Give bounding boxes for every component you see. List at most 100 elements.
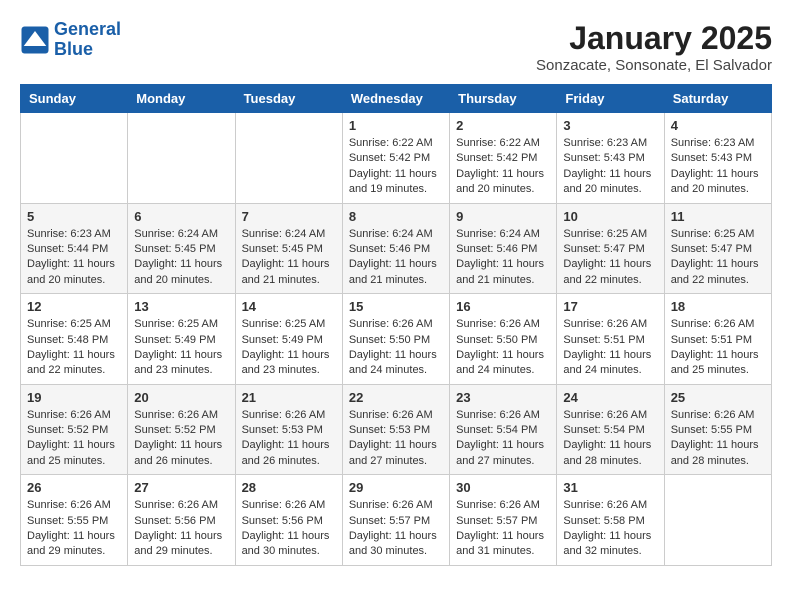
calendar-cell	[664, 475, 771, 566]
calendar-cell: 27Sunrise: 6:26 AMSunset: 5:56 PMDayligh…	[128, 475, 235, 566]
page-header: General Blue January 2025 Sonzacate, Son…	[20, 20, 772, 74]
logo: General Blue	[20, 20, 121, 60]
calendar-cell: 1Sunrise: 6:22 AMSunset: 5:42 PMDaylight…	[342, 113, 449, 204]
calendar-cell: 21 Sunrise: 6:26 AMSunset: 5:53 PMDayligh…	[235, 384, 342, 475]
day-info: Sunrise: 6:24 AMSunset: 5:46 PMDaylight:…	[456, 227, 550, 289]
calendar-cell: 23Sunrise: 6:26 AMSunset: 5:54 PMDayligh…	[450, 384, 557, 475]
calendar-cell: 20 Sunrise: 6:26 AMSunset: 5:52 PMDayligh…	[128, 384, 235, 475]
calendar-cell: 31 Sunrise: 6:26 AMSunset: 5:58 PMDayligh…	[557, 475, 664, 566]
day-info: Sunrise: 6:26 AMSunset: 5:52 PMDaylight:…	[134, 408, 228, 470]
day-number: 9	[456, 209, 550, 224]
calendar-week-3: 12 Sunrise: 6:25 AMSunset: 5:48 PMDayligh…	[21, 294, 772, 385]
calendar-cell: 24 Sunrise: 6:26 AMSunset: 5:54 PMDayligh…	[557, 384, 664, 475]
day-number: 12	[27, 299, 121, 314]
day-info: Sunrise: 6:25 AMSunset: 5:48 PMDaylight:…	[27, 317, 121, 379]
day-info: Sunrise: 6:26 AMSunset: 5:50 PMDaylight:…	[349, 317, 443, 379]
day-info: Sunrise: 6:24 AMSunset: 5:45 PMDaylight:…	[134, 227, 228, 289]
calendar-title: January 2025	[536, 20, 772, 57]
day-info: Sunrise: 6:26 AMSunset: 5:57 PMDaylight:…	[349, 498, 443, 560]
calendar-cell	[128, 113, 235, 204]
day-number: 21	[242, 390, 336, 405]
column-header-thursday: Thursday	[450, 85, 557, 113]
day-number: 4	[671, 118, 765, 133]
logo-text: General Blue	[54, 20, 121, 60]
day-info: Sunrise: 6:26 AMSunset: 5:52 PMDaylight:…	[27, 408, 121, 470]
day-info: Sunrise: 6:25 AMSunset: 5:47 PMDaylight:…	[671, 227, 765, 289]
day-number: 20	[134, 390, 228, 405]
calendar-cell: 26 Sunrise: 6:26 AMSunset: 5:55 PMDayligh…	[21, 475, 128, 566]
day-info: Sunrise: 6:26 AMSunset: 5:56 PMDaylight:…	[242, 498, 336, 560]
title-block: January 2025 Sonzacate, Sonsonate, El Sa…	[536, 20, 772, 74]
calendar-cell: 12 Sunrise: 6:25 AMSunset: 5:48 PMDayligh…	[21, 294, 128, 385]
day-number: 27	[134, 480, 228, 495]
day-number: 24	[563, 390, 657, 405]
calendar-cell: 5 Sunrise: 6:23 AMSunset: 5:44 PMDaylight…	[21, 203, 128, 294]
logo-icon	[20, 25, 50, 55]
day-info: Sunrise: 6:23 AMSunset: 5:43 PMDaylight:…	[563, 136, 657, 198]
column-header-saturday: Saturday	[664, 85, 771, 113]
day-number: 17	[563, 299, 657, 314]
day-info: Sunrise: 6:26 AMSunset: 5:58 PMDaylight:…	[563, 498, 657, 560]
day-number: 29	[349, 480, 443, 495]
calendar-cell: 11 Sunrise: 6:25 AMSunset: 5:47 PMDayligh…	[664, 203, 771, 294]
day-number: 26	[27, 480, 121, 495]
calendar-cell: 8 Sunrise: 6:24 AMSunset: 5:46 PMDaylight…	[342, 203, 449, 294]
calendar-cell: 19 Sunrise: 6:26 AMSunset: 5:52 PMDayligh…	[21, 384, 128, 475]
day-number: 2	[456, 118, 550, 133]
day-info: Sunrise: 6:26 AMSunset: 5:54 PMDaylight:…	[563, 408, 657, 470]
day-info: Sunrise: 6:26 AMSunset: 5:51 PMDaylight:…	[671, 317, 765, 379]
day-number: 19	[27, 390, 121, 405]
column-header-monday: Monday	[128, 85, 235, 113]
day-info: Sunrise: 6:26 AMSunset: 5:55 PMDaylight:…	[27, 498, 121, 560]
day-info: Sunrise: 6:25 AMSunset: 5:49 PMDaylight:…	[134, 317, 228, 379]
day-number: 14	[242, 299, 336, 314]
calendar-cell: 6Sunrise: 6:24 AMSunset: 5:45 PMDaylight…	[128, 203, 235, 294]
day-number: 8	[349, 209, 443, 224]
day-number: 23	[456, 390, 550, 405]
day-info: Sunrise: 6:26 AMSunset: 5:55 PMDaylight:…	[671, 408, 765, 470]
day-info: Sunrise: 6:26 AMSunset: 5:53 PMDaylight:…	[349, 408, 443, 470]
day-info: Sunrise: 6:24 AMSunset: 5:46 PMDaylight:…	[349, 227, 443, 289]
day-number: 7	[242, 209, 336, 224]
day-number: 18	[671, 299, 765, 314]
calendar-week-2: 5 Sunrise: 6:23 AMSunset: 5:44 PMDaylight…	[21, 203, 772, 294]
day-info: Sunrise: 6:25 AMSunset: 5:49 PMDaylight:…	[242, 317, 336, 379]
day-number: 13	[134, 299, 228, 314]
day-info: Sunrise: 6:26 AMSunset: 5:53 PMDaylight:…	[242, 408, 336, 470]
calendar-cell: 29 Sunrise: 6:26 AMSunset: 5:57 PMDayligh…	[342, 475, 449, 566]
calendar-cell: 30Sunrise: 6:26 AMSunset: 5:57 PMDayligh…	[450, 475, 557, 566]
day-number: 16	[456, 299, 550, 314]
calendar-cell: 3Sunrise: 6:23 AMSunset: 5:43 PMDaylight…	[557, 113, 664, 204]
day-number: 31	[563, 480, 657, 495]
column-header-sunday: Sunday	[21, 85, 128, 113]
calendar-cell: 7Sunrise: 6:24 AMSunset: 5:45 PMDaylight…	[235, 203, 342, 294]
calendar-cell: 4 Sunrise: 6:23 AMSunset: 5:43 PMDaylight…	[664, 113, 771, 204]
day-number: 5	[27, 209, 121, 224]
calendar-cell: 13 Sunrise: 6:25 AMSunset: 5:49 PMDayligh…	[128, 294, 235, 385]
day-info: Sunrise: 6:23 AMSunset: 5:43 PMDaylight:…	[671, 136, 765, 198]
day-number: 15	[349, 299, 443, 314]
calendar-cell: 10 Sunrise: 6:25 AMSunset: 5:47 PMDayligh…	[557, 203, 664, 294]
day-info: Sunrise: 6:22 AMSunset: 5:42 PMDaylight:…	[456, 136, 550, 198]
calendar-cell: 17 Sunrise: 6:26 AMSunset: 5:51 PMDayligh…	[557, 294, 664, 385]
column-header-wednesday: Wednesday	[342, 85, 449, 113]
day-number: 1	[349, 118, 443, 133]
day-info: Sunrise: 6:25 AMSunset: 5:47 PMDaylight:…	[563, 227, 657, 289]
day-info: Sunrise: 6:26 AMSunset: 5:51 PMDaylight:…	[563, 317, 657, 379]
day-number: 22	[349, 390, 443, 405]
calendar-cell: 22 Sunrise: 6:26 AMSunset: 5:53 PMDayligh…	[342, 384, 449, 475]
calendar-cell: 2 Sunrise: 6:22 AMSunset: 5:42 PMDaylight…	[450, 113, 557, 204]
calendar-cell	[21, 113, 128, 204]
day-number: 11	[671, 209, 765, 224]
calendar-cell: 16 Sunrise: 6:26 AMSunset: 5:50 PMDayligh…	[450, 294, 557, 385]
day-info: Sunrise: 6:26 AMSunset: 5:50 PMDaylight:…	[456, 317, 550, 379]
day-number: 10	[563, 209, 657, 224]
day-number: 25	[671, 390, 765, 405]
calendar-cell: 14 Sunrise: 6:25 AMSunset: 5:49 PMDayligh…	[235, 294, 342, 385]
day-number: 30	[456, 480, 550, 495]
calendar-cell: 15 Sunrise: 6:26 AMSunset: 5:50 PMDayligh…	[342, 294, 449, 385]
calendar-cell: 25 Sunrise: 6:26 AMSunset: 5:55 PMDayligh…	[664, 384, 771, 475]
calendar-week-5: 26 Sunrise: 6:26 AMSunset: 5:55 PMDayligh…	[21, 475, 772, 566]
calendar-table: SundayMondayTuesdayWednesdayThursdayFrid…	[20, 84, 772, 566]
day-info: Sunrise: 6:23 AMSunset: 5:44 PMDaylight:…	[27, 227, 121, 289]
